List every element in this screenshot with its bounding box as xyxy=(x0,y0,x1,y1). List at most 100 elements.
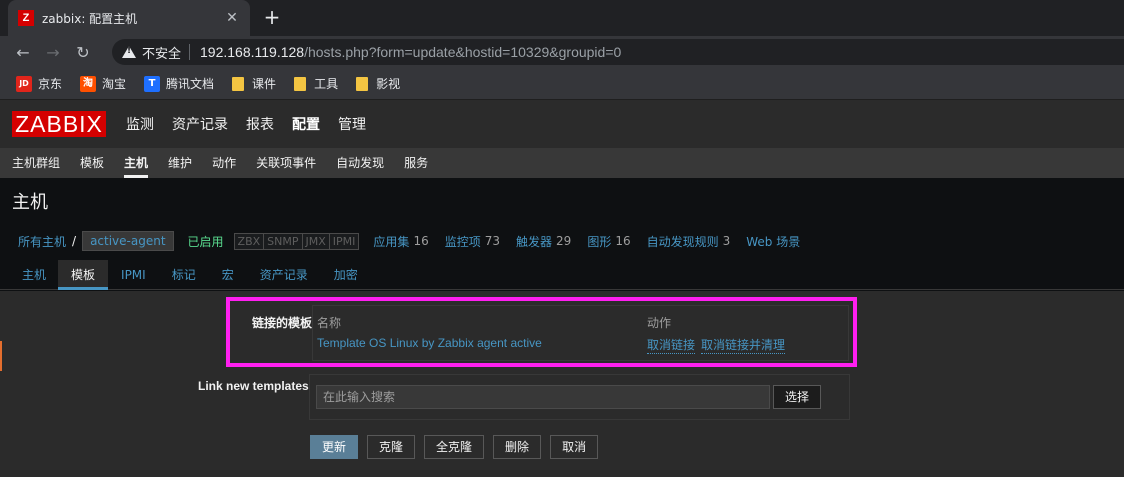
browser-tabstrip: Z zabbix: 配置主机 ✕ + xyxy=(0,0,1124,36)
insecure-label: 不安全 xyxy=(142,46,182,62)
status-badge[interactable]: 已启用 xyxy=(188,233,224,250)
breadcrumb-graphs[interactable]: 图形 xyxy=(587,233,611,250)
delete-button[interactable]: 删除 xyxy=(493,435,542,459)
availability-indicators: ZBX SNMP JMX IPMI xyxy=(233,232,360,250)
breadcrumb-triggers[interactable]: 触发器 xyxy=(516,233,552,250)
main-menu-administration[interactable]: 管理 xyxy=(338,114,366,134)
availability-snmp: SNMP xyxy=(264,233,303,249)
breadcrumb-items[interactable]: 监控项 xyxy=(445,233,481,250)
sub-menu-hosts[interactable]: 主机 xyxy=(124,148,149,178)
graphs-count: 16 xyxy=(615,234,631,248)
folder-icon xyxy=(356,76,369,91)
tab-inventory[interactable]: 资产记录 xyxy=(247,260,321,290)
bookmark-label: 课件 xyxy=(252,77,277,91)
address-separator xyxy=(189,44,191,60)
full-clone-button[interactable]: 全克隆 xyxy=(424,435,485,459)
linked-templates-label: 链接的模板 xyxy=(251,316,312,330)
browser-tab[interactable]: Z zabbix: 配置主机 ✕ xyxy=(8,0,250,36)
bookmark-folder-video[interactable]: 影视 xyxy=(356,75,400,92)
zabbix-logo[interactable]: ZABBIX xyxy=(12,111,106,137)
bookmark-folder-tools[interactable]: 工具 xyxy=(294,75,338,92)
close-icon[interactable]: ✕ xyxy=(224,10,240,26)
browser-toolbar: ← → ↻ 不安全 192.168.119.128/hosts.php?form… xyxy=(0,36,1124,68)
left-edge-marker xyxy=(0,341,2,371)
page-title-bar: 主机 xyxy=(0,178,1124,220)
templates-form: 链接的模板 名称 动作 Template OS Linux by Zabbix … xyxy=(0,291,1124,477)
tab-host[interactable]: 主机 xyxy=(10,260,58,290)
main-menu: 监测 资产记录 报表 配置 管理 xyxy=(126,114,384,134)
url-path: /hosts.php?form=update&hostid=10329&grou… xyxy=(304,44,622,60)
main-menu-reports[interactable]: 报表 xyxy=(246,114,274,134)
linked-templates-table: 名称 动作 Template OS Linux by Zabbix agent … xyxy=(312,305,849,361)
url-host: 192.168.119.128 xyxy=(200,44,305,60)
new-tab-plus-icon[interactable]: + xyxy=(262,6,282,28)
tab-ipmi[interactable]: IPMI xyxy=(108,260,159,290)
bookmark-label: 工具 xyxy=(314,77,339,91)
unlink-button[interactable]: 取消链接 xyxy=(647,336,696,354)
bookmark-folder-courseware[interactable]: 课件 xyxy=(232,75,276,92)
breadcrumb-web-scenarios[interactable]: Web 场景 xyxy=(746,233,800,250)
update-button[interactable]: 更新 xyxy=(310,435,359,459)
bookmark-label: 腾讯文档 xyxy=(166,77,215,91)
folder-icon xyxy=(294,76,307,91)
cancel-button[interactable]: 取消 xyxy=(550,435,599,459)
linked-templates-highlight: 链接的模板 名称 动作 Template OS Linux by Zabbix … xyxy=(226,297,857,367)
bookmark-tencent-docs[interactable]: T 腾讯文档 xyxy=(144,75,214,92)
breadcrumb-applications[interactable]: 应用集 xyxy=(373,233,409,250)
unlink-and-clear-button[interactable]: 取消链接并清理 xyxy=(701,336,786,354)
column-header-name: 名称 xyxy=(317,316,342,330)
tab-encryption[interactable]: 加密 xyxy=(321,260,371,290)
tencent-docs-icon: T xyxy=(144,75,161,92)
breadcrumb: 所有主机 / active-agent 已启用 ZBX SNMP JMX IPM… xyxy=(12,230,800,252)
zabbix-header: ZABBIX 监测 资产记录 报表 配置 管理 xyxy=(0,100,1124,148)
triggers-count: 29 xyxy=(556,234,572,248)
main-content: 所有主机 / active-agent 已启用 ZBX SNMP JMX IPM… xyxy=(0,220,1124,477)
availability-zbx: ZBX xyxy=(234,233,265,249)
bookmark-jd[interactable]: JD 京东 xyxy=(16,75,62,92)
applications-count: 16 xyxy=(413,234,429,248)
back-arrow-icon[interactable]: ← xyxy=(8,43,38,62)
column-header-action: 动作 xyxy=(647,316,672,330)
sub-menu-maintenance[interactable]: 维护 xyxy=(168,148,192,178)
breadcrumb-discovery-rules[interactable]: 自动发现规则 xyxy=(647,233,719,250)
form-buttons: 更新 克隆 全克隆 删除 取消 xyxy=(310,435,607,459)
taobao-icon: 淘 xyxy=(80,75,97,92)
bookmark-label: 淘宝 xyxy=(102,77,127,91)
bookmark-label: 影视 xyxy=(376,77,401,91)
sub-menu-host-groups[interactable]: 主机群组 xyxy=(12,148,60,178)
availability-ipmi: IPMI xyxy=(329,233,359,249)
link-new-templates-box: 在此输入搜索 选择 xyxy=(309,374,850,420)
page-title: 主机 xyxy=(12,192,48,213)
breadcrumb-current-host[interactable]: active-agent xyxy=(82,231,174,251)
sub-menu-services[interactable]: 服务 xyxy=(404,148,428,178)
availability-jmx: JMX xyxy=(302,233,330,249)
link-new-templates-label: Link new templates xyxy=(198,379,309,393)
main-menu-inventory[interactable]: 资产记录 xyxy=(172,114,228,134)
form-tabs: 主机 模板 IPMI 标记 宏 资产记录 加密 xyxy=(0,259,1124,290)
select-button[interactable]: 选择 xyxy=(773,385,821,409)
sub-menu-discovery[interactable]: 自动发现 xyxy=(336,148,384,178)
forward-arrow-icon[interactable]: → xyxy=(38,43,68,62)
bookmarks-bar: JD 京东 淘淘宝 T 腾讯文档 课件 工具 影视 xyxy=(0,68,1124,100)
warning-icon xyxy=(122,45,136,59)
tab-tags[interactable]: 标记 xyxy=(159,260,209,290)
reload-icon[interactable]: ↻ xyxy=(68,43,98,62)
bookmark-label: 京东 xyxy=(38,77,63,91)
main-menu-configuration[interactable]: 配置 xyxy=(292,114,320,134)
sub-menu-actions[interactable]: 动作 xyxy=(212,148,236,178)
linked-template-name[interactable]: Template OS Linux by Zabbix agent active xyxy=(317,336,542,350)
tab-macros[interactable]: 宏 xyxy=(209,260,247,290)
tab-templates[interactable]: 模板 xyxy=(58,259,109,290)
folder-icon xyxy=(232,76,245,91)
breadcrumb-all-hosts[interactable]: 所有主机 xyxy=(18,233,66,250)
tab-title: zabbix: 配置主机 xyxy=(42,11,138,26)
items-count: 73 xyxy=(484,234,501,248)
sub-menu-event-correlation[interactable]: 关联项事件 xyxy=(256,148,316,178)
main-menu-monitoring[interactable]: 监测 xyxy=(126,114,154,134)
address-bar[interactable]: 不安全 192.168.119.128/hosts.php?form=updat… xyxy=(112,39,1124,65)
bookmark-taobao[interactable]: 淘淘宝 xyxy=(80,75,126,92)
clone-button[interactable]: 克隆 xyxy=(367,435,416,459)
template-search-input[interactable]: 在此输入搜索 xyxy=(316,385,770,409)
sub-menu-templates[interactable]: 模板 xyxy=(80,148,104,178)
sub-menu: 主机群组 模板 主机 维护 动作 关联项事件 自动发现 服务 xyxy=(0,148,1124,178)
